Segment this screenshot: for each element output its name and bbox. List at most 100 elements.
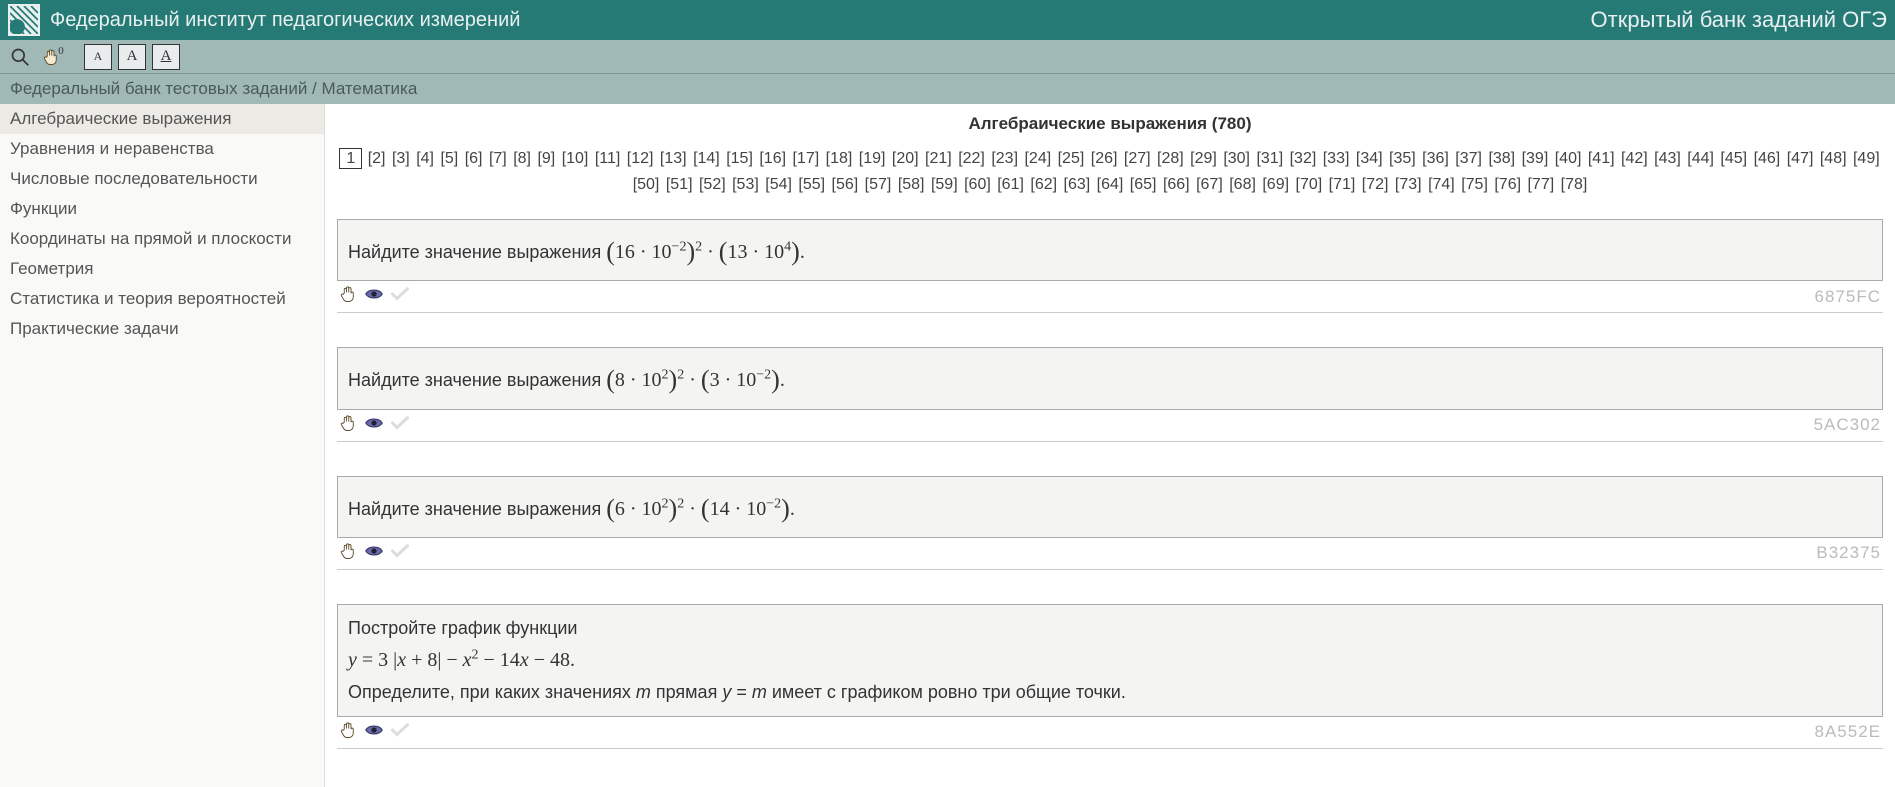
font-size-medium-button[interactable]: A — [118, 44, 146, 70]
page-33[interactable]: [33] — [1322, 150, 1351, 167]
select-task-icon[interactable] — [339, 721, 357, 744]
page-19[interactable]: [19] — [858, 150, 887, 167]
page-51[interactable]: [51] — [665, 176, 694, 193]
page-37[interactable]: [37] — [1454, 150, 1483, 167]
page-67[interactable]: [67] — [1195, 176, 1224, 193]
page-57[interactable]: [57] — [864, 176, 893, 193]
page-21[interactable]: [21] — [924, 150, 953, 167]
page-72[interactable]: [72] — [1361, 176, 1390, 193]
page-59[interactable]: [59] — [930, 176, 959, 193]
page-30[interactable]: [30] — [1222, 150, 1251, 167]
page-4[interactable]: [4] — [415, 150, 435, 167]
selection-button[interactable]: 0 — [40, 44, 68, 70]
sidebar-item-1[interactable]: Уравнения и неравенства — [0, 134, 324, 164]
view-task-icon[interactable] — [365, 723, 383, 742]
page-65[interactable]: [65] — [1129, 176, 1158, 193]
page-29[interactable]: [29] — [1189, 150, 1218, 167]
page-75[interactable]: [75] — [1460, 176, 1489, 193]
page-50[interactable]: [50] — [632, 176, 661, 193]
page-60[interactable]: [60] — [963, 176, 992, 193]
page-22[interactable]: [22] — [957, 150, 986, 167]
select-task-icon[interactable] — [339, 542, 357, 565]
page-18[interactable]: [18] — [825, 150, 854, 167]
page-12[interactable]: [12] — [626, 150, 655, 167]
check-task-icon[interactable] — [391, 723, 409, 742]
page-52[interactable]: [52] — [698, 176, 727, 193]
page-34[interactable]: [34] — [1355, 150, 1384, 167]
check-task-icon[interactable] — [391, 544, 409, 563]
page-8[interactable]: [8] — [512, 150, 532, 167]
page-48[interactable]: [48] — [1819, 150, 1848, 167]
page-26[interactable]: [26] — [1090, 150, 1119, 167]
page-76[interactable]: [76] — [1493, 176, 1522, 193]
sidebar-item-5[interactable]: Геометрия — [0, 254, 324, 284]
page-28[interactable]: [28] — [1156, 150, 1185, 167]
page-27[interactable]: [27] — [1123, 150, 1152, 167]
sidebar-item-7[interactable]: Практические задачи — [0, 314, 324, 344]
font-size-small-button[interactable]: A — [84, 44, 112, 70]
page-58[interactable]: [58] — [897, 176, 926, 193]
page-42[interactable]: [42] — [1620, 150, 1649, 167]
page-41[interactable]: [41] — [1587, 150, 1616, 167]
page-44[interactable]: [44] — [1686, 150, 1715, 167]
sidebar-item-4[interactable]: Координаты на прямой и плоскости — [0, 224, 324, 254]
sidebar-item-6[interactable]: Статистика и теория вероятностей — [0, 284, 324, 314]
page-10[interactable]: [10] — [561, 150, 590, 167]
page-74[interactable]: [74] — [1427, 176, 1456, 193]
page-45[interactable]: [45] — [1719, 150, 1748, 167]
page-64[interactable]: [64] — [1096, 176, 1125, 193]
page-53[interactable]: [53] — [731, 176, 760, 193]
page-77[interactable]: [77] — [1526, 176, 1555, 193]
page-15[interactable]: [15] — [725, 150, 754, 167]
page-63[interactable]: [63] — [1063, 176, 1092, 193]
page-25[interactable]: [25] — [1057, 150, 1086, 167]
page-54[interactable]: [54] — [764, 176, 793, 193]
sidebar-item-0[interactable]: Алгебраические выражения — [0, 104, 324, 134]
page-2[interactable]: [2] — [367, 150, 387, 167]
page-31[interactable]: [31] — [1255, 150, 1284, 167]
page-47[interactable]: [47] — [1786, 150, 1815, 167]
page-40[interactable]: [40] — [1554, 150, 1583, 167]
page-24[interactable]: [24] — [1023, 150, 1052, 167]
page-68[interactable]: [68] — [1228, 176, 1257, 193]
page-61[interactable]: [61] — [996, 176, 1025, 193]
select-task-icon[interactable] — [339, 414, 357, 437]
page-38[interactable]: [38] — [1487, 150, 1516, 167]
page-35[interactable]: [35] — [1388, 150, 1417, 167]
page-17[interactable]: [17] — [791, 150, 820, 167]
page-73[interactable]: [73] — [1394, 176, 1423, 193]
view-task-icon[interactable] — [365, 544, 383, 563]
page-71[interactable]: [71] — [1328, 176, 1357, 193]
page-62[interactable]: [62] — [1029, 176, 1058, 193]
page-20[interactable]: [20] — [891, 150, 920, 167]
page-7[interactable]: [7] — [488, 150, 508, 167]
check-task-icon[interactable] — [391, 416, 409, 435]
page-1[interactable]: 1 — [339, 148, 362, 169]
page-56[interactable]: [56] — [831, 176, 860, 193]
check-task-icon[interactable] — [391, 287, 409, 306]
page-36[interactable]: [36] — [1421, 150, 1450, 167]
view-task-icon[interactable] — [365, 416, 383, 435]
page-9[interactable]: [9] — [536, 150, 556, 167]
page-16[interactable]: [16] — [758, 150, 787, 167]
sidebar-item-3[interactable]: Функции — [0, 194, 324, 224]
select-task-icon[interactable] — [339, 285, 357, 308]
page-69[interactable]: [69] — [1261, 176, 1290, 193]
search-button[interactable] — [6, 44, 34, 70]
sidebar-item-2[interactable]: Числовые последовательности — [0, 164, 324, 194]
page-46[interactable]: [46] — [1753, 150, 1782, 167]
page-6[interactable]: [6] — [464, 150, 484, 167]
page-43[interactable]: [43] — [1653, 150, 1682, 167]
page-23[interactable]: [23] — [990, 150, 1019, 167]
page-78[interactable]: [78] — [1560, 176, 1589, 193]
page-39[interactable]: [39] — [1521, 150, 1550, 167]
page-70[interactable]: [70] — [1295, 176, 1324, 193]
page-55[interactable]: [55] — [797, 176, 826, 193]
page-13[interactable]: [13] — [659, 150, 688, 167]
page-14[interactable]: [14] — [692, 150, 721, 167]
view-task-icon[interactable] — [365, 287, 383, 306]
page-5[interactable]: [5] — [439, 150, 459, 167]
page-11[interactable]: [11] — [594, 150, 622, 167]
page-32[interactable]: [32] — [1289, 150, 1318, 167]
page-49[interactable]: [49] — [1852, 150, 1881, 167]
